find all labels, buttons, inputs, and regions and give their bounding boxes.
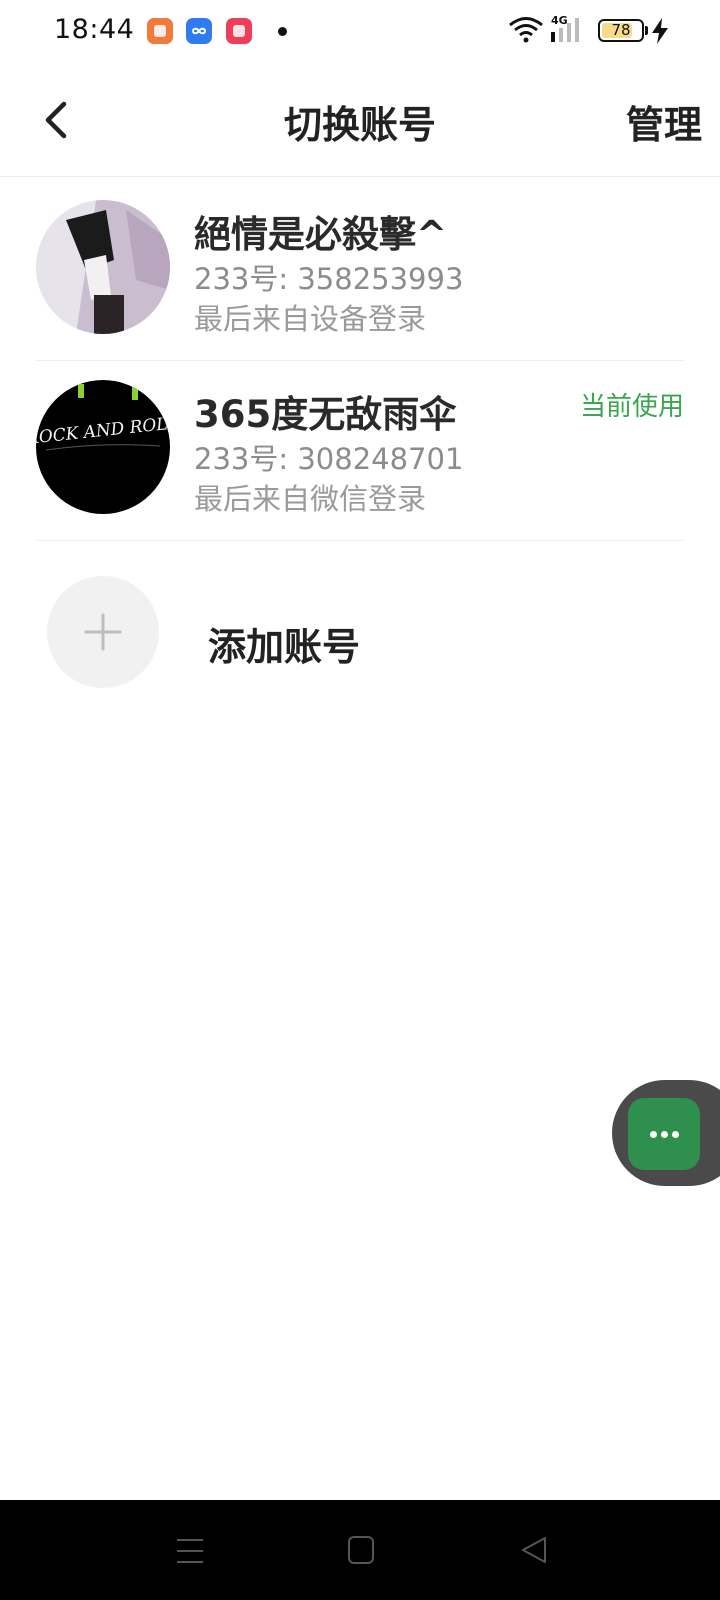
signal-icon [551,18,579,42]
status-bar: 18:44 4G 78 [0,0,720,64]
account-name: 絕情是必殺擊^ [194,213,448,256]
infinity-app-icon [186,18,212,44]
back-triangle-icon[interactable] [520,1536,548,1564]
home-square-icon[interactable] [348,1536,374,1564]
account-item[interactable]: 絕情是必殺擊^ 233号: 358253993 最后来自设备登录 [36,180,684,361]
more-dots-icon [650,1131,657,1138]
add-account-button[interactable]: 添加账号 [36,566,684,696]
account-id: 233号: 308248701 [194,442,464,476]
avatar [36,200,170,334]
wifi-icon [509,17,543,43]
plus-icon [84,613,122,651]
add-account-circle [47,576,159,688]
menu-icon[interactable] [176,1538,204,1564]
manage-button[interactable]: 管理 [626,94,702,149]
system-nav-bar [0,1500,720,1600]
floating-panel [612,1080,720,1186]
last-login-source: 最后来自微信登录 [194,482,427,516]
charging-icon [652,18,668,44]
top-app-bar: 切换账号 管理 [0,64,720,177]
battery-nub [645,26,648,35]
add-account-label: 添加账号 [208,625,361,669]
avatar: ROCK AND ROLL [36,380,170,514]
last-login-source: 最后来自设备登录 [194,302,427,336]
battery-percent: 78 [611,21,631,39]
account-id: 233号: 358253993 [194,262,464,296]
video-app-icon [226,18,252,44]
notification-dot [278,27,287,36]
page-title: 切换账号 [283,103,436,147]
account-item[interactable]: ROCK AND ROLL 365度无敌雨伞 当前使用 233号: 308248… [36,360,684,541]
status-time: 18:44 [54,14,135,45]
battery-icon: 78 [598,19,644,42]
account-name: 365度无敌雨伞 [194,393,457,436]
more-button[interactable] [628,1098,700,1170]
books-app-icon [147,18,173,44]
current-account-badge: 当前使用 [579,392,684,422]
